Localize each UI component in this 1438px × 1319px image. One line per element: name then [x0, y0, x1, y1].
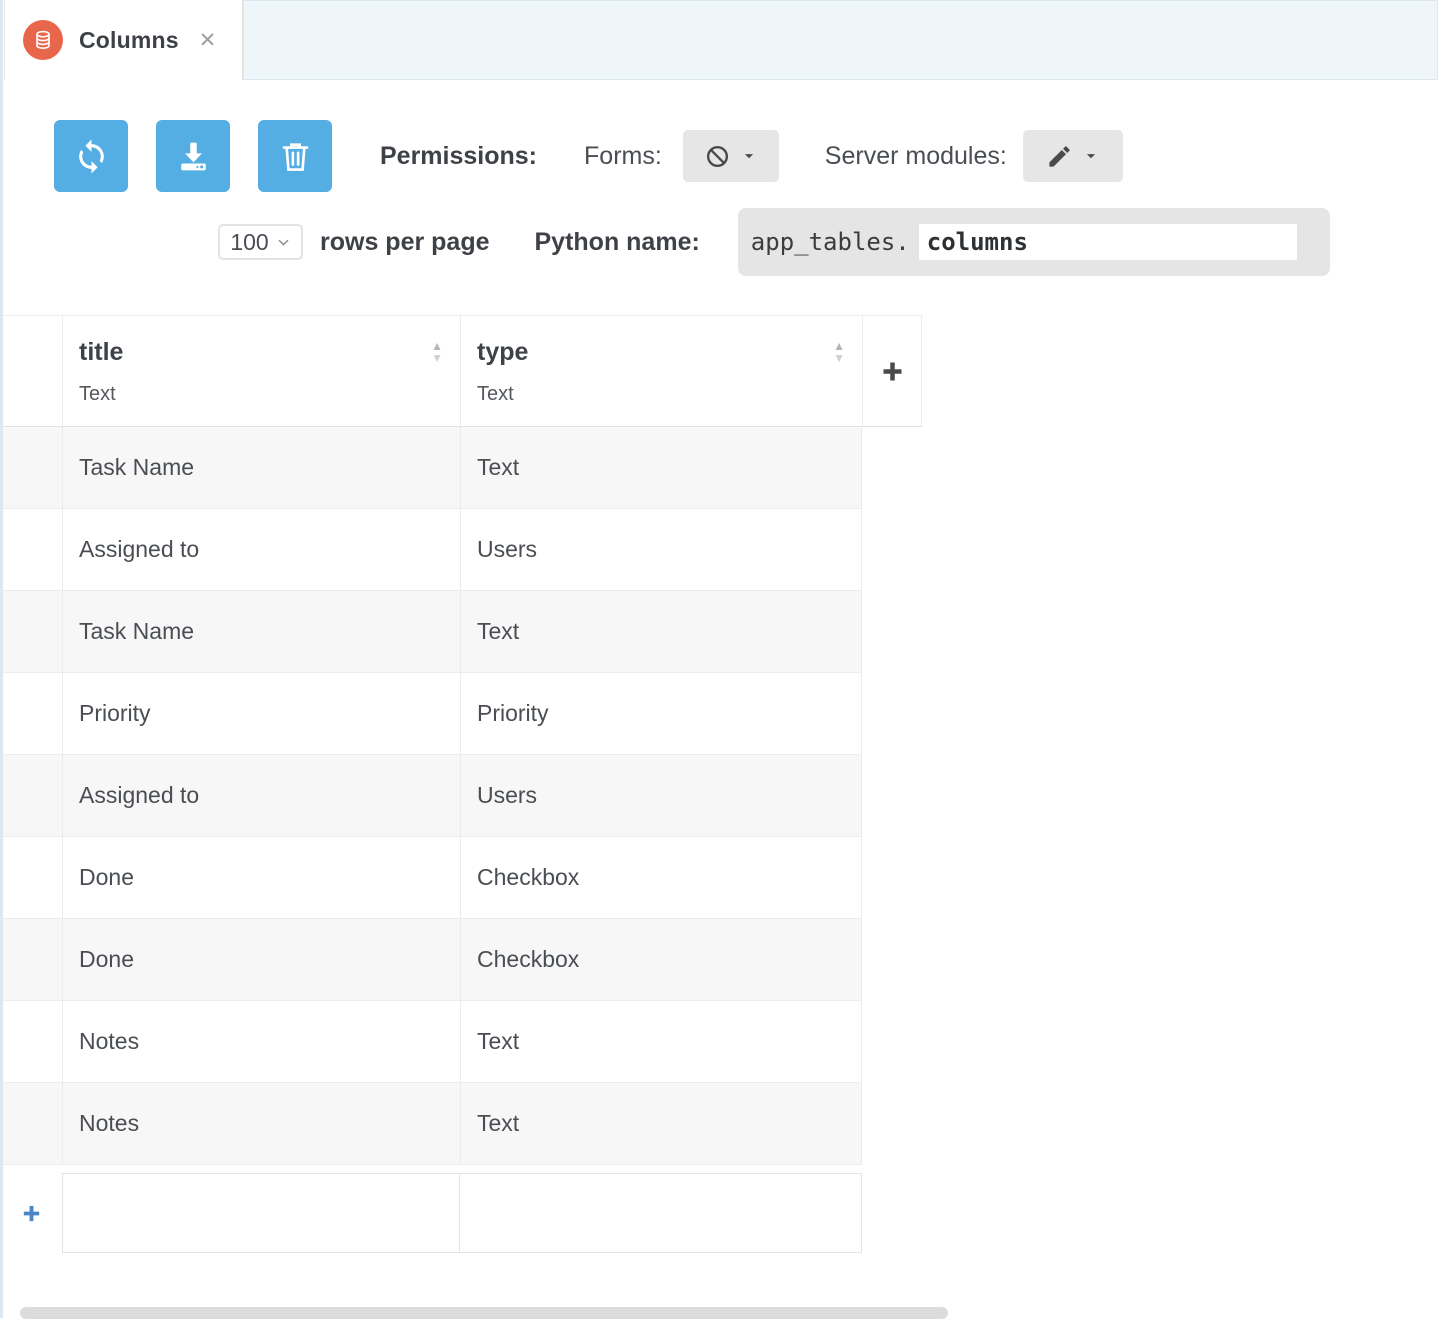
chevron-down-icon: [740, 147, 758, 165]
table-row: Notes Text: [0, 1001, 862, 1083]
left-panel-edge: [0, 0, 3, 1318]
cell-type[interactable]: Text: [460, 427, 862, 508]
plus-icon: [20, 1202, 43, 1225]
new-cell-type[interactable]: [460, 1174, 861, 1252]
cell-title[interactable]: Notes: [62, 1001, 460, 1082]
horizontal-scrollbar[interactable]: [20, 1307, 948, 1319]
delete-button[interactable]: [258, 120, 332, 192]
header-gutter: [0, 316, 62, 426]
table-row: Priority Priority: [0, 673, 862, 755]
new-cell-title[interactable]: [63, 1174, 460, 1252]
row-gutter: [0, 755, 62, 836]
table-header-row: title Text ▲ ▼ type Text ▲ ▼: [0, 315, 922, 427]
cell-title[interactable]: Done: [62, 919, 460, 1000]
add-row-button[interactable]: [0, 1173, 62, 1253]
new-row-cells: [62, 1173, 862, 1253]
table-row: Assigned to Users: [0, 509, 862, 591]
cell-title[interactable]: Notes: [62, 1083, 460, 1164]
cell-type[interactable]: Users: [460, 509, 862, 590]
rows-per-page-value: 100: [230, 229, 268, 256]
download-icon: [175, 138, 212, 175]
row-gutter: [0, 509, 62, 590]
sort-control[interactable]: ▲ ▼: [833, 340, 845, 364]
row-gutter: [0, 919, 62, 1000]
cell-type[interactable]: Users: [460, 755, 862, 836]
permissions-label: Permissions:: [380, 142, 537, 171]
refresh-icon: [73, 138, 110, 175]
toolbar: Permissions: Forms: Server modules:: [54, 120, 1123, 192]
column-header-type[interactable]: type Text ▲ ▼: [460, 316, 862, 426]
toolbar-settings: 100 rows per page Python name: app_table…: [218, 208, 1330, 276]
pencil-icon: [1046, 143, 1073, 170]
cell-title[interactable]: Task Name: [62, 427, 460, 508]
tab-columns[interactable]: Columns ✕: [4, 0, 243, 80]
forms-label: Forms:: [584, 142, 662, 171]
table-row: Task Name Text: [0, 427, 862, 509]
columns-table: title Text ▲ ▼ type Text ▲ ▼ Task Name T…: [0, 315, 922, 1253]
table-body: Task Name Text Assigned to Users Task Na…: [0, 427, 862, 1165]
table-row: Done Checkbox: [0, 837, 862, 919]
sort-control[interactable]: ▲ ▼: [431, 340, 443, 364]
plus-icon: [879, 358, 906, 385]
download-button[interactable]: [156, 120, 230, 192]
table-row: Assigned to Users: [0, 755, 862, 837]
cell-title[interactable]: Done: [62, 837, 460, 918]
row-gutter: [0, 427, 62, 508]
row-gutter: [0, 1001, 62, 1082]
column-name: type: [477, 338, 862, 367]
rows-per-page-select[interactable]: 100: [218, 224, 303, 260]
cell-type[interactable]: Priority: [460, 673, 862, 754]
table-row: Notes Text: [0, 1083, 862, 1165]
tab-bar: [243, 0, 1438, 80]
close-icon[interactable]: ✕: [199, 28, 217, 53]
python-name-label: Python name:: [535, 228, 700, 257]
new-row: [0, 1173, 862, 1253]
column-name: title: [79, 338, 460, 367]
sort-desc-icon: ▼: [833, 352, 845, 364]
cell-title[interactable]: Assigned to: [62, 509, 460, 590]
column-type: Text: [79, 383, 460, 406]
row-gutter: [0, 673, 62, 754]
server-modules-label: Server modules:: [825, 142, 1007, 171]
rows-per-page-label: rows per page: [320, 228, 490, 257]
cell-type[interactable]: Text: [460, 1001, 862, 1082]
table-row: Done Checkbox: [0, 919, 862, 1001]
chevron-down-icon: [1082, 147, 1100, 165]
python-name-prefix: app_tables.: [751, 228, 910, 256]
database-icon: [23, 20, 63, 60]
python-name-box: app_tables.: [738, 208, 1330, 276]
column-header-title[interactable]: title Text ▲ ▼: [62, 316, 460, 426]
cell-title[interactable]: Assigned to: [62, 755, 460, 836]
cell-type[interactable]: Checkbox: [460, 837, 862, 918]
chevron-down-icon: [276, 235, 291, 250]
cell-title[interactable]: Task Name: [62, 591, 460, 672]
column-type: Text: [477, 383, 862, 406]
ban-icon: [704, 143, 731, 170]
cell-type[interactable]: Text: [460, 591, 862, 672]
trash-icon: [277, 138, 314, 175]
server-modules-permission-dropdown[interactable]: [1023, 130, 1123, 182]
table-row: Task Name Text: [0, 591, 862, 673]
add-column-button[interactable]: [862, 316, 922, 426]
tab-title: Columns: [79, 27, 179, 54]
cell-type[interactable]: Text: [460, 1083, 862, 1164]
cell-type[interactable]: Checkbox: [460, 919, 862, 1000]
sort-desc-icon: ▼: [431, 352, 443, 364]
cell-title[interactable]: Priority: [62, 673, 460, 754]
row-gutter: [0, 1083, 62, 1164]
refresh-button[interactable]: [54, 120, 128, 192]
row-gutter: [0, 837, 62, 918]
python-name-input[interactable]: [919, 224, 1297, 260]
forms-permission-dropdown[interactable]: [683, 130, 779, 182]
row-gutter: [0, 591, 62, 672]
